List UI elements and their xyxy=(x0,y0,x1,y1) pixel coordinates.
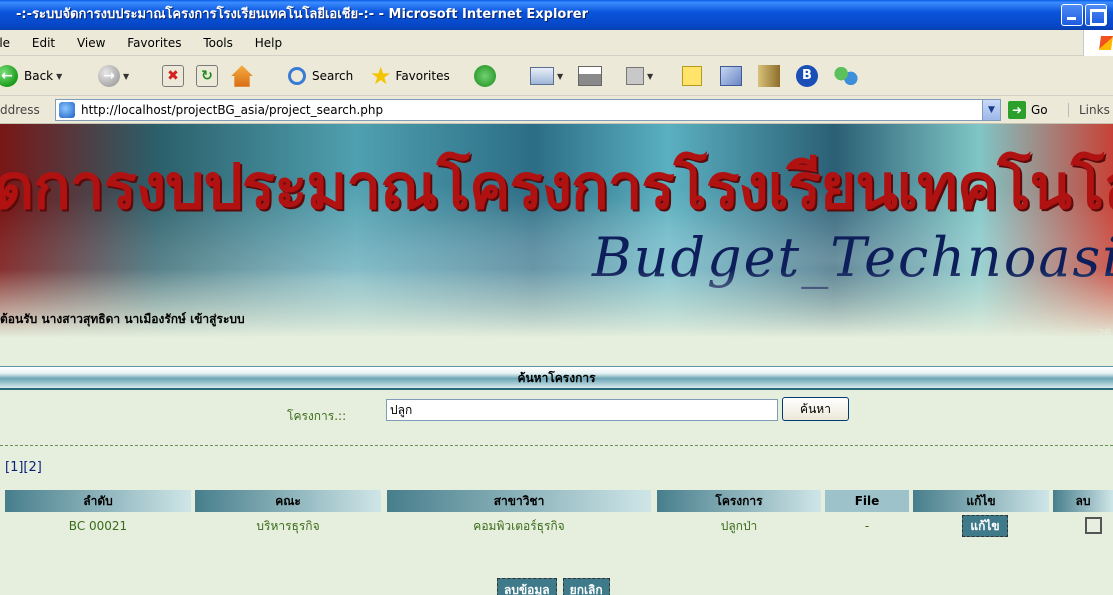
favorites-label: Favorites xyxy=(395,69,450,83)
print-button[interactable] xyxy=(578,64,602,88)
menu-bar: ile Edit View Favorites Tools Help xyxy=(0,30,1113,56)
history-icon xyxy=(474,65,496,87)
search-section-header: ค้นหาโครงการ xyxy=(0,366,1113,390)
windows-logo-icon xyxy=(1083,30,1113,56)
pagination[interactable]: [1][2] xyxy=(5,460,42,475)
col-header-major: สาขาวิชา xyxy=(387,490,651,512)
mail-icon xyxy=(530,67,554,85)
document-icon xyxy=(626,67,644,85)
col-header-faculty: คณะ xyxy=(195,490,381,512)
home-button[interactable] xyxy=(230,64,254,88)
browser-window: -:-ระบบจัดการงบประมาณโครงการโรงเรียนเทคโ… xyxy=(0,0,1113,595)
links-button[interactable]: Links xyxy=(1068,103,1113,117)
go-arrow-icon: ➜ xyxy=(1008,101,1026,119)
search-button[interactable]: Search xyxy=(288,64,353,88)
home-icon xyxy=(231,65,253,87)
page-icon xyxy=(59,102,75,118)
menu-favorites[interactable]: Favorites xyxy=(127,30,181,56)
search-heading: ค้นหาโครงการ xyxy=(517,371,596,385)
star-icon: ★ xyxy=(370,62,392,90)
delete-data-button[interactable]: ลบข้อมูล xyxy=(497,578,557,595)
menu-help[interactable]: Help xyxy=(255,30,282,56)
forward-arrow-icon: → xyxy=(98,65,120,87)
cell-number: BC 00021 xyxy=(68,519,128,533)
welcome-text: ต้อนรับ นางสาวสุทธิดา นาเมืองรักษ์ เข้าส… xyxy=(0,312,245,326)
notes-button[interactable] xyxy=(682,64,702,88)
menu-tools[interactable]: Tools xyxy=(203,30,233,56)
back-button[interactable]: ← Back ▼ xyxy=(0,64,62,88)
minimize-button[interactable] xyxy=(1061,4,1083,26)
stop-icon: ✖ xyxy=(162,65,184,87)
col-header-edit: แก้ไข xyxy=(913,490,1049,512)
history-button[interactable] xyxy=(474,64,496,88)
col-header-number: ลำดับ xyxy=(5,490,191,512)
back-arrow-icon: ← xyxy=(0,65,18,87)
chevron-down-icon: ▼ xyxy=(557,71,564,81)
address-url: http://localhost/projectBG_asia/project_… xyxy=(81,103,384,117)
col-header-delete: ลบ xyxy=(1053,490,1113,512)
back-label: Back xyxy=(24,69,54,83)
address-bar: ddress http://localhost/projectBG_asia/p… xyxy=(0,96,1113,124)
go-label: Go xyxy=(1031,103,1048,117)
research-button[interactable] xyxy=(758,64,780,88)
printer-icon xyxy=(578,66,602,86)
col-header-project: โครงการ xyxy=(657,490,821,512)
page-content: ดการงบประมาณโครงการโรงเรียนเทคโนโลยีเอเช… xyxy=(0,124,1113,595)
chevron-down-icon: ▼ xyxy=(647,71,654,81)
title-bar: -:-ระบบจัดการงบประมาณโครงการโรงเรียนเทคโ… xyxy=(0,0,1113,30)
cell-faculty: บริหารธุรกิจ xyxy=(256,519,320,533)
search-icon xyxy=(288,67,306,85)
refresh-button[interactable]: ↻ xyxy=(196,64,218,88)
address-label: ddress xyxy=(0,103,40,117)
contacts-button[interactable] xyxy=(834,64,858,88)
project-search-label: โครงการ.:: xyxy=(287,409,347,423)
chevron-down-icon[interactable]: ▼ xyxy=(982,100,1000,120)
action-buttons: ลบข้อมูล ยกเลิก xyxy=(497,578,610,595)
messenger-button[interactable] xyxy=(720,64,742,88)
search-label: Search xyxy=(312,69,354,83)
cancel-button[interactable]: ยกเลิก xyxy=(562,578,610,595)
maximize-button[interactable] xyxy=(1085,4,1107,26)
messenger-icon xyxy=(720,66,742,86)
search-submit-button[interactable]: ค้นหา xyxy=(782,397,849,421)
edit-button[interactable]: แก้ไข xyxy=(962,515,1008,537)
favorites-button[interactable]: ★ Favorites xyxy=(370,64,450,88)
cell-file: - xyxy=(864,519,870,533)
people-icon xyxy=(834,64,858,88)
chevron-down-icon: ▼ xyxy=(56,71,63,81)
menu-view[interactable]: View xyxy=(77,30,105,56)
dashed-divider xyxy=(0,445,1113,446)
cell-major: คอมพิวเตอร์ธุรกิจ xyxy=(473,519,565,533)
bluetooth-icon: B xyxy=(796,65,818,87)
go-button[interactable]: ➜ Go xyxy=(1008,101,1048,119)
books-icon xyxy=(758,65,780,87)
delete-checkbox[interactable] xyxy=(1085,517,1102,534)
stop-button[interactable]: ✖ xyxy=(162,64,184,88)
chevron-down-icon: ▼ xyxy=(123,71,130,81)
note-icon xyxy=(682,66,702,86)
forward-button[interactable]: → ▼ xyxy=(98,64,129,88)
cell-project: ปลูกป่า xyxy=(720,519,758,533)
edit-page-button[interactable]: ▼ xyxy=(626,64,653,88)
bluetooth-button[interactable]: B xyxy=(796,64,818,88)
mail-button[interactable]: ▼ xyxy=(530,64,563,88)
refresh-icon: ↻ xyxy=(196,65,218,87)
address-input[interactable]: http://localhost/projectBG_asia/project_… xyxy=(55,99,1001,121)
menu-file[interactable]: ile xyxy=(0,30,10,56)
window-title: -:-ระบบจัดการงบประมาณโครงการโรงเรียนเทคโ… xyxy=(16,7,588,22)
menu-edit[interactable]: Edit xyxy=(32,30,55,56)
toolbar: ← Back ▼ → ▼ ✖ ↻ Search ★ Favorites ▼ ▼ … xyxy=(0,56,1113,96)
banner-thai-title: ดการงบประมาณโครงการโรงเรียนเทคโนโลยีเอเช… xyxy=(0,150,1113,223)
project-search-input[interactable] xyxy=(386,399,778,421)
col-header-file: File xyxy=(825,490,909,512)
